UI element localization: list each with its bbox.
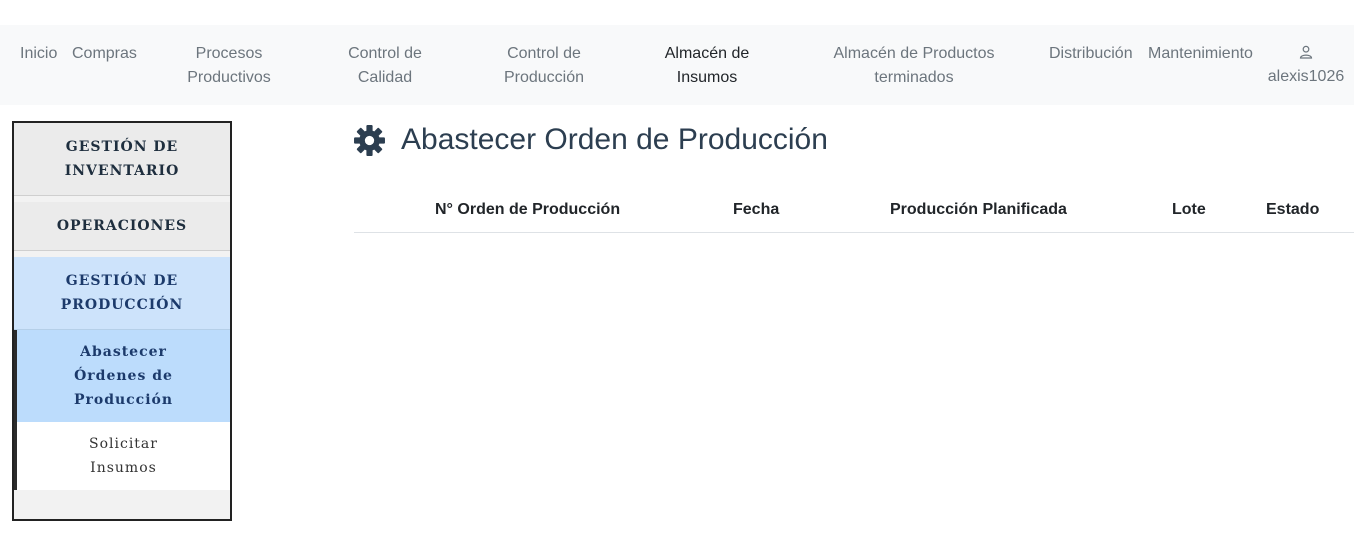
- sidebar-label: OPERACIONES: [56, 218, 188, 234]
- nav-label-line1: Control de: [348, 45, 422, 62]
- page-header: Abastecer Orden de Producción: [353, 120, 828, 160]
- sidebar-divider: [14, 195, 230, 196]
- sidebar-label-line1: GESTIÓN DE: [65, 139, 179, 155]
- column-header-orden[interactable]: N° Orden de Producción: [435, 201, 620, 219]
- sidebar-item-solicitar-insumos[interactable]: Solicitar Insumos: [14, 422, 230, 490]
- sidebar-label-line1: Solicitar: [89, 436, 158, 452]
- nav-label-line2: terminados: [874, 69, 954, 86]
- column-header-estado[interactable]: Estado: [1266, 201, 1319, 219]
- nav-control-calidad[interactable]: Control de Calidad: [340, 42, 430, 90]
- nav-procesos-productivos[interactable]: Procesos Productivos: [178, 42, 280, 90]
- nav-label-line2: Calidad: [357, 69, 413, 86]
- nav-distribucion[interactable]: Distribución: [1049, 42, 1133, 66]
- nav-compras[interactable]: Compras: [72, 42, 137, 66]
- sidebar-divider: [14, 250, 230, 251]
- nav-label-line1: Almacén de: [664, 45, 750, 62]
- nav-almacen-productos-terminados[interactable]: Almacén de Productos terminados: [825, 42, 1003, 90]
- nav-control-produccion[interactable]: Control de Producción: [495, 42, 593, 90]
- sidebar-label-line3: Producción: [73, 392, 174, 408]
- column-header-produccion-planificada[interactable]: Producción Planificada: [890, 201, 1067, 219]
- top-navbar: Inicio Compras Procesos Productivos Cont…: [0, 25, 1354, 105]
- user-name: alexis1026: [1267, 68, 1345, 85]
- nav-user-menu[interactable]: alexis1026: [1262, 42, 1350, 89]
- orders-table-header: N° Orden de Producción Fecha Producción …: [354, 190, 1354, 233]
- sidebar-label-line2: Insumos: [90, 460, 157, 476]
- nav-inicio[interactable]: Inicio: [20, 42, 57, 66]
- sidebar-operaciones[interactable]: OPERACIONES: [14, 202, 230, 250]
- sidebar-label-line1: GESTIÓN DE: [65, 273, 179, 289]
- nav-label-line2: Insumos: [676, 69, 738, 86]
- column-header-lote[interactable]: Lote: [1172, 201, 1206, 219]
- sidebar-gestion-produccion[interactable]: GESTIÓN DE PRODUCCIÓN: [14, 257, 230, 329]
- nav-label-line2: Productivos: [187, 69, 271, 86]
- nav-label-line2: Producción: [503, 69, 585, 86]
- nav-mantenimiento[interactable]: Mantenimiento: [1148, 42, 1253, 66]
- nav-label-line1: Almacén de Productos: [833, 45, 995, 62]
- page-title: Abastecer Orden de Producción: [401, 123, 828, 156]
- column-header-fecha[interactable]: Fecha: [733, 201, 779, 219]
- sidebar: GESTIÓN DE INVENTARIO OPERACIONES GESTIÓ…: [12, 121, 232, 521]
- sidebar-gestion-inventario[interactable]: GESTIÓN DE INVENTARIO: [14, 123, 230, 195]
- sidebar-label-line2: PRODUCCIÓN: [60, 297, 184, 313]
- gear-icon: [354, 124, 385, 156]
- nav-almacen-insumos[interactable]: Almacén de Insumos: [657, 42, 757, 90]
- nav-label-line1: Control de: [507, 45, 581, 62]
- sidebar-label-line1: Abastecer: [80, 344, 167, 360]
- sidebar-label-line2: INVENTARIO: [64, 163, 180, 179]
- sidebar-item-abastecer-ordenes[interactable]: Abastecer Órdenes de Producción: [14, 330, 230, 422]
- sidebar-label-line2: Órdenes de: [74, 368, 173, 384]
- nav-label-line1: Procesos: [195, 45, 263, 62]
- user-icon: [1262, 45, 1350, 65]
